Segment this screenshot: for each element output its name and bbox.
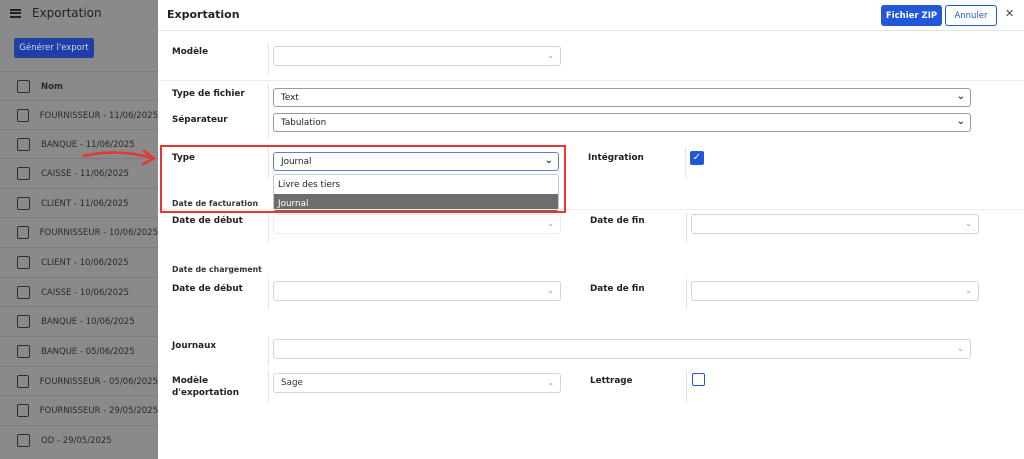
list-item[interactable]: BANQUE - 05/06/2025 — [0, 336, 158, 366]
form-header: Exportation Fichier ZIP Annuler ✕ — [158, 0, 1024, 31]
check-icon: ✓ — [692, 152, 702, 163]
chevron-down-icon: ⌄ — [965, 286, 972, 295]
billing-start-date-label: Date de début — [172, 216, 243, 226]
generate-export-button[interactable]: Générer l'export — [14, 38, 94, 58]
export-model-label: Modèle d'exportation — [172, 375, 239, 399]
list-item-label: FOURNISSEUR - 29/05/2025 — [39, 405, 158, 416]
cancel-button[interactable]: Annuler — [945, 5, 997, 26]
chevron-down-icon: ⌄ — [956, 116, 965, 127]
close-icon[interactable]: ✕ — [1005, 7, 1014, 20]
row-checkbox[interactable] — [17, 345, 30, 358]
divider — [686, 279, 687, 309]
billing-start-date-input[interactable]: ⌄ — [273, 214, 561, 234]
list-item-label: CAISSE - 10/06/2025 — [41, 287, 129, 298]
list-item[interactable]: CLIENT - 11/06/2025 — [0, 188, 158, 218]
file-type-value: Text — [281, 92, 299, 103]
export-list-panel: Exportation Générer l'export Nom FOURNIS… — [0, 0, 158, 459]
row-checkbox[interactable] — [17, 286, 30, 299]
chevron-down-icon: ⌄ — [956, 91, 965, 102]
list-column-header: Nom — [0, 71, 158, 101]
chevron-down-icon: ⌄ — [547, 286, 554, 295]
export-model-label-line1: Modèle — [172, 376, 209, 386]
billing-end-date-label: Date de fin — [590, 216, 645, 226]
select-all-checkbox[interactable] — [17, 80, 30, 93]
divider — [268, 336, 269, 366]
separator-label: Séparateur — [172, 115, 228, 125]
lettering-label: Lettrage — [590, 376, 633, 386]
list-item[interactable]: CAISSE - 10/06/2025 — [0, 277, 158, 307]
chevron-down-icon: ⌄ — [957, 344, 964, 353]
row-checkbox[interactable] — [17, 404, 29, 417]
list-item-label: BANQUE - 10/06/2025 — [41, 316, 135, 327]
journals-label: Journaux — [172, 341, 217, 351]
separator-select[interactable]: Tabulation ⌄ — [273, 113, 971, 132]
list-item-label: FOURNISSEUR - 05/06/2025 — [39, 376, 158, 387]
divider — [268, 44, 269, 74]
load-start-date-input[interactable]: ⌄ — [273, 281, 561, 301]
section-title-chargement: Date de chargement — [172, 265, 262, 274]
list-item[interactable]: CLIENT - 10/06/2025 — [0, 247, 158, 277]
journals-select[interactable]: ⌄ — [273, 339, 971, 359]
zip-file-button[interactable]: Fichier ZIP — [881, 5, 942, 26]
list-item-label: BANQUE - 05/06/2025 — [41, 346, 135, 357]
row-checkbox[interactable] — [17, 197, 30, 210]
page-title: Exportation — [167, 8, 240, 21]
chevron-down-icon: ⌄ — [547, 51, 554, 60]
row-checkbox[interactable] — [17, 226, 29, 239]
export-model-select[interactable]: Sage ⌄ — [273, 373, 561, 393]
divider — [686, 212, 687, 242]
load-start-date-label: Date de début — [172, 284, 243, 294]
hamburger-menu-icon[interactable] — [10, 8, 21, 18]
file-type-label: Type de fichier — [172, 89, 245, 99]
integration-checkbox[interactable]: ✓ — [690, 151, 704, 165]
highlight-box — [160, 145, 566, 213]
list-title: Exportation — [32, 6, 102, 20]
list-item-label: CAISSE - 11/06/2025 — [41, 168, 129, 179]
file-type-select[interactable]: Text ⌄ — [273, 88, 971, 107]
row-checkbox[interactable] — [17, 434, 30, 447]
list-item-label: OD - 29/05/2025 — [41, 435, 112, 446]
list-item-label: CLIENT - 11/06/2025 — [41, 198, 129, 209]
list-item[interactable]: OD - 29/05/2025 — [0, 425, 158, 455]
chevron-down-icon: ⌄ — [547, 378, 554, 387]
list-item-label: CLIENT - 10/06/2025 — [41, 257, 129, 268]
annotation-arrow-icon — [82, 149, 156, 166]
divider — [268, 279, 269, 309]
load-end-date-input[interactable]: ⌄ — [691, 281, 979, 301]
export-model-label-line2: d'exportation — [172, 388, 239, 398]
divider — [686, 370, 687, 402]
list-header: Exportation — [0, 0, 158, 26]
column-header-nom: Nom — [41, 81, 63, 92]
row-checkbox[interactable] — [17, 256, 30, 269]
list-item[interactable]: BANQUE - 10/06/2025 — [0, 306, 158, 336]
row-checkbox[interactable] — [17, 138, 30, 151]
section-divider — [158, 80, 1024, 81]
separator-value: Tabulation — [281, 117, 327, 128]
row-checkbox[interactable] — [17, 167, 30, 180]
load-end-date-label: Date de fin — [590, 284, 645, 294]
list-item-label: FOURNISSEUR - 11/06/2025 — [39, 110, 158, 121]
list-item[interactable]: FOURNISSEUR - 10/06/2025 — [0, 217, 158, 247]
row-checkbox[interactable] — [17, 315, 30, 328]
modele-label: Modèle — [172, 47, 209, 57]
chevron-down-icon: ⌄ — [965, 219, 972, 228]
list-item[interactable]: FOURNISSEUR - 29/05/2025 — [0, 395, 158, 425]
integration-label: Intégration — [588, 153, 644, 163]
export-model-value: Sage — [281, 378, 303, 388]
divider — [268, 84, 269, 138]
row-checkbox[interactable] — [17, 109, 29, 122]
row-checkbox[interactable] — [17, 375, 29, 388]
divider — [268, 212, 269, 242]
divider — [685, 148, 686, 178]
lettering-checkbox[interactable] — [692, 373, 705, 386]
list-item-label: FOURNISSEUR - 10/06/2025 — [39, 227, 158, 238]
export-form-panel: Exportation Fichier ZIP Annuler ✕ Modèle… — [158, 0, 1024, 459]
divider — [268, 370, 269, 402]
list-item[interactable]: FOURNISSEUR - 05/06/2025 — [0, 366, 158, 396]
chevron-down-icon: ⌄ — [547, 219, 554, 228]
modele-select[interactable]: ⌄ — [273, 46, 561, 66]
list-item[interactable]: FOURNISSEUR - 11/06/2025 — [0, 100, 158, 130]
billing-end-date-input[interactable]: ⌄ — [691, 214, 979, 234]
